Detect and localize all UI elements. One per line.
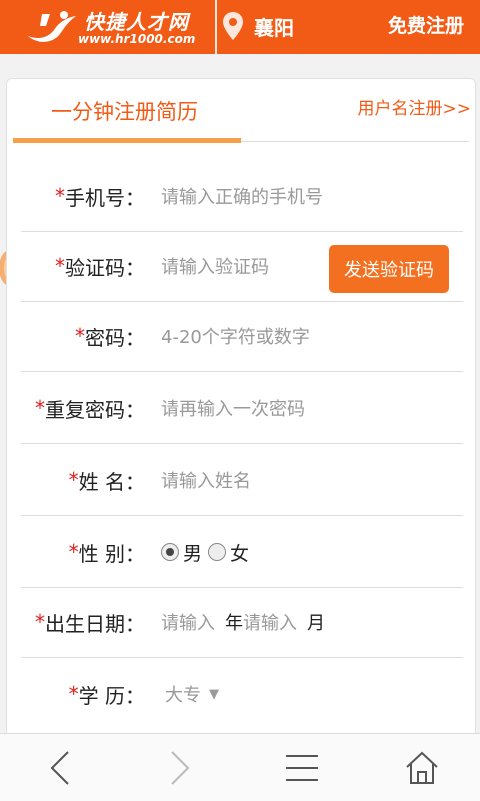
gender-label: 性 别： — [78, 541, 145, 566]
free-register-link[interactable]: 免费注册 — [388, 11, 464, 38]
forward-button[interactable] — [160, 748, 200, 788]
code-row: * 验证码： 请输入验证码 发送验证码 — [21, 231, 463, 302]
brand-name: 快捷人才网 — [84, 10, 189, 34]
gender-female-label: 女 — [230, 542, 250, 565]
education-select[interactable]: 大专 ▼ — [165, 659, 219, 729]
required-mark: * — [68, 682, 79, 706]
year-unit: 年 — [225, 613, 243, 634]
birth-label: 出生日期： — [45, 611, 145, 636]
name-input[interactable]: 请输入姓名 — [161, 445, 251, 515]
phone-input[interactable]: 请输入正确的手机号 — [161, 161, 323, 231]
repeat-password-input[interactable]: 请再输入一次密码 — [161, 373, 305, 443]
header-divider — [215, 0, 217, 54]
required-mark: * — [68, 468, 79, 492]
site-logo[interactable]: 快捷人才网 www.hr1000.com — [24, 4, 214, 50]
city-name: 襄阳 — [254, 15, 294, 40]
send-code-button[interactable]: 发送验证码 — [329, 245, 449, 293]
menu-button[interactable] — [282, 748, 322, 788]
required-mark: * — [55, 184, 65, 208]
month-unit: 月 — [307, 613, 325, 634]
education-label: 学 历： — [78, 683, 145, 708]
gender-row: * 性 别： 男 女 — [21, 517, 463, 588]
birth-year-input[interactable]: 请输入 — [161, 609, 215, 635]
gender-male-radio[interactable] — [161, 543, 179, 561]
phone-label: 手机号： — [65, 185, 145, 210]
top-header: 快捷人才网 www.hr1000.com 襄阳 免费注册 — [0, 0, 480, 54]
register-card: 一分钟注册简历 用户名注册>> * 手机号： 请输入正确的手机号 * 验证码： 请输… — [6, 78, 476, 780]
birth-row: * 出生日期： 请输入 年 请输入 月 — [21, 587, 463, 658]
name-label: 姓 名： — [78, 469, 145, 494]
username-register-link[interactable]: 用户名注册>> — [358, 94, 472, 119]
required-mark: * — [35, 396, 45, 420]
required-mark: * — [35, 610, 45, 634]
education-row: * 学 历： 大专 ▼ — [21, 659, 463, 729]
browser-bottom-bar — [0, 733, 480, 801]
home-icon — [406, 751, 438, 784]
education-value: 大专 — [165, 685, 201, 706]
city-selector[interactable]: 襄阳 — [222, 8, 294, 44]
birth-month-input[interactable]: 请输入 — [243, 609, 297, 635]
location-pin-icon — [223, 12, 243, 40]
tab-quick-register[interactable]: 一分钟注册简历 — [51, 96, 198, 126]
phone-row: * 手机号： 请输入正确的手机号 — [21, 161, 463, 232]
back-button[interactable] — [40, 748, 80, 788]
repeat-password-row: * 重复密码： 请再输入一次密码 — [21, 373, 463, 444]
repeat-password-label: 重复密码： — [45, 397, 145, 422]
code-input[interactable]: 请输入验证码 — [161, 231, 269, 301]
active-tab-indicator — [13, 138, 241, 143]
password-row: * 密码： 4-20个字符或数字 — [21, 301, 463, 372]
gender-female-radio[interactable] — [208, 543, 227, 561]
password-input[interactable]: 4-20个字符或数字 — [161, 301, 310, 371]
brand-url: www.hr1000.com — [78, 32, 196, 46]
logo-icon — [28, 11, 76, 42]
password-label: 密码： — [85, 325, 145, 350]
chevron-down-icon: ▼ — [209, 686, 219, 702]
home-button[interactable] — [402, 748, 442, 788]
required-mark: * — [75, 324, 85, 348]
back-icon — [50, 751, 69, 785]
required-mark: * — [68, 540, 79, 564]
gender-male-label: 男 — [183, 542, 203, 565]
code-label: 验证码： — [65, 255, 145, 280]
required-mark: * — [55, 254, 65, 278]
forward-icon — [171, 751, 190, 785]
menu-icon — [286, 755, 318, 781]
name-row: * 姓 名： 请输入姓名 — [21, 445, 463, 516]
